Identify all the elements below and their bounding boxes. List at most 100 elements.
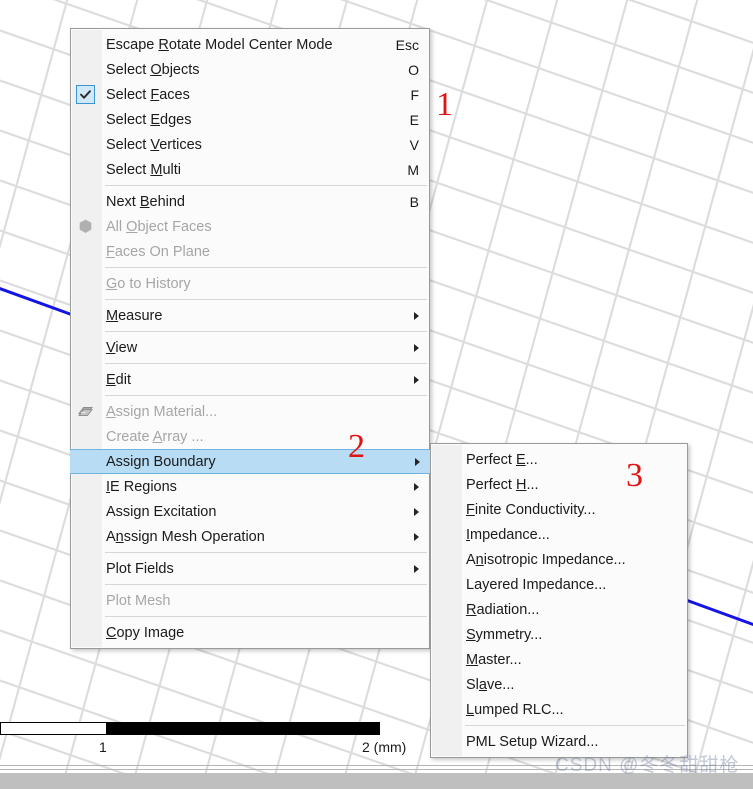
submenu-item-perfect-e[interactable]: Perfect E... (431, 447, 687, 472)
menu-item-shortcut: E (409, 111, 419, 128)
assign-boundary-submenu[interactable]: Perfect E... Perfect H... Finite Conductiv… (430, 443, 688, 758)
menu-separator (105, 331, 427, 332)
menu-item-view[interactable]: View (71, 335, 429, 360)
annotation-number-2: 2 (348, 428, 365, 465)
menu-item-label: Master... (466, 651, 522, 668)
menu-separator (105, 584, 427, 585)
check-icon (76, 85, 95, 104)
menu-item-label: Assign Boundary (106, 453, 216, 470)
menu-separator (105, 299, 427, 300)
menu-separator (105, 552, 427, 553)
menu-item-label: Assign Material... (106, 403, 218, 420)
submenu-arrow-icon (414, 375, 419, 384)
menu-item-label: Next Behind (106, 193, 185, 210)
menu-item-assign-excitation[interactable]: Assign Excitation (71, 499, 429, 524)
submenu-arrow-icon (415, 457, 420, 466)
menu-separator (105, 267, 427, 268)
menu-item-shortcut: O (408, 61, 419, 78)
menu-item-shortcut: Esc (395, 36, 419, 53)
menu-item-shortcut: M (407, 161, 419, 178)
menu-separator (105, 185, 427, 186)
menu-item-plot-mesh: Plot Mesh (71, 588, 429, 613)
menu-item-label: IE Regions (106, 478, 177, 495)
submenu-item-perfect-h[interactable]: Perfect H... (431, 472, 687, 497)
menu-item-label: Layered Impedance... (466, 576, 607, 593)
submenu-arrow-icon (414, 532, 419, 541)
submenu-item-impedance[interactable]: Impedance... (431, 522, 687, 547)
menu-item-label: View (106, 339, 138, 356)
menu-item-select-vertices[interactable]: Select Vertices V (71, 132, 429, 157)
menu-item-label: Finite Conductivity... (466, 501, 596, 518)
scale-bar-segment-white (1, 723, 106, 734)
menu-item-label: Select Faces (106, 86, 190, 103)
application-window: 1 2 (mm) Escape Rotate Model Center Mode… (0, 0, 753, 789)
menu-item-label: Select Objects (106, 61, 200, 78)
menu-item-label: Impedance... (466, 526, 550, 543)
menu-item-label: Lumped RLC... (466, 701, 564, 718)
menu-item-copy-image[interactable]: Copy Image (71, 620, 429, 645)
submenu-arrow-icon (414, 507, 419, 516)
menu-item-label: Perfect E... (466, 451, 538, 468)
submenu-arrow-icon (414, 311, 419, 320)
menu-item-label: All Object Faces (106, 218, 212, 235)
submenu-arrow-icon (414, 482, 419, 491)
menu-item-plot-fields[interactable]: Plot Fields (71, 556, 429, 581)
menu-item-label: Escape Rotate Model Center Mode (106, 36, 333, 53)
menu-item-label: Copy Image (106, 624, 185, 641)
menu-item-go-to-history: Go to History (71, 271, 429, 296)
menu-item-select-multi[interactable]: Select Multi M (71, 157, 429, 182)
submenu-item-anisotropic-impedance[interactable]: Anisotropic Impedance... (431, 547, 687, 572)
scale-bar-segment-black (106, 723, 379, 734)
menu-item-label: Plot Fields (106, 560, 174, 577)
menu-item-label: Anisotropic Impedance... (466, 551, 626, 568)
menu-separator (105, 363, 427, 364)
menu-item-label: Faces On Plane (106, 243, 210, 260)
menu-item-label: Select Vertices (106, 136, 202, 153)
submenu-item-radiation[interactable]: Radiation... (431, 597, 687, 622)
submenu-item-slave[interactable]: Slave... (431, 672, 687, 697)
menu-item-assign-boundary[interactable]: Assign Boundary (70, 449, 430, 474)
submenu-item-finite-conductivity[interactable]: Finite Conductivity... (431, 497, 687, 522)
scale-bar-label-1: 1 (99, 739, 107, 755)
menu-item-edit[interactable]: Edit (71, 367, 429, 392)
menu-item-faces-on-plane: Faces On Plane (71, 239, 429, 264)
submenu-item-layered-impedance[interactable]: Layered Impedance... (431, 572, 687, 597)
hexagon-icon (77, 218, 94, 235)
material-layers-icon (77, 403, 94, 420)
menu-item-label: Perfect H... (466, 476, 539, 493)
menu-item-label: Plot Mesh (106, 592, 171, 609)
context-menu[interactable]: Escape Rotate Model Center Mode Esc Select… (70, 28, 430, 649)
menu-item-assign-material: Assign Material... (71, 399, 429, 424)
menu-item-label: Symmetry... (466, 626, 543, 643)
menu-item-select-faces[interactable]: Select Faces F (71, 82, 429, 107)
menu-item-label: PML Setup Wizard... (466, 733, 599, 750)
menu-item-select-edges[interactable]: Select Edges E (71, 107, 429, 132)
menu-separator (105, 616, 427, 617)
menu-item-assign-mesh-operation[interactable]: Anssign Mesh Operation (71, 524, 429, 549)
submenu-arrow-icon (414, 343, 419, 352)
menu-item-label: Select Multi (106, 161, 181, 178)
menu-item-label: Measure (106, 307, 163, 324)
context-menu-items: Escape Rotate Model Center Mode Esc Select… (70, 32, 430, 645)
submenu-item-lumped-rlc[interactable]: Lumped RLC... (431, 697, 687, 722)
annotation-number-3: 3 (626, 457, 643, 494)
scale-bar (0, 722, 380, 735)
menu-item-measure[interactable]: Measure (71, 303, 429, 328)
menu-item-label: Select Edges (106, 111, 192, 128)
menu-item-shortcut: F (410, 86, 419, 103)
menu-item-next-behind[interactable]: Next Behind B (71, 189, 429, 214)
menu-item-ie-regions[interactable]: IE Regions (71, 474, 429, 499)
scale-bar-label-2: 2 (mm) (362, 739, 407, 755)
submenu-item-symmetry[interactable]: Symmetry... (431, 622, 687, 647)
menu-item-label: Slave... (466, 676, 515, 693)
submenu-item-master[interactable]: Master... (431, 647, 687, 672)
menu-item-create-array: Create Array ... (71, 424, 429, 449)
menu-item-shortcut: V (409, 136, 419, 153)
menu-item-label: Radiation... (466, 601, 540, 618)
annotation-number-1: 1 (436, 86, 453, 123)
csdn-watermark: CSDN @冬冬甜甜枪 (555, 755, 740, 776)
menu-item-escape-rotate-model-center-mode[interactable]: Escape Rotate Model Center Mode Esc (71, 32, 429, 57)
menu-item-label: Edit (106, 371, 131, 388)
menu-item-select-objects[interactable]: Select Objects O (71, 57, 429, 82)
menu-separator (105, 395, 427, 396)
